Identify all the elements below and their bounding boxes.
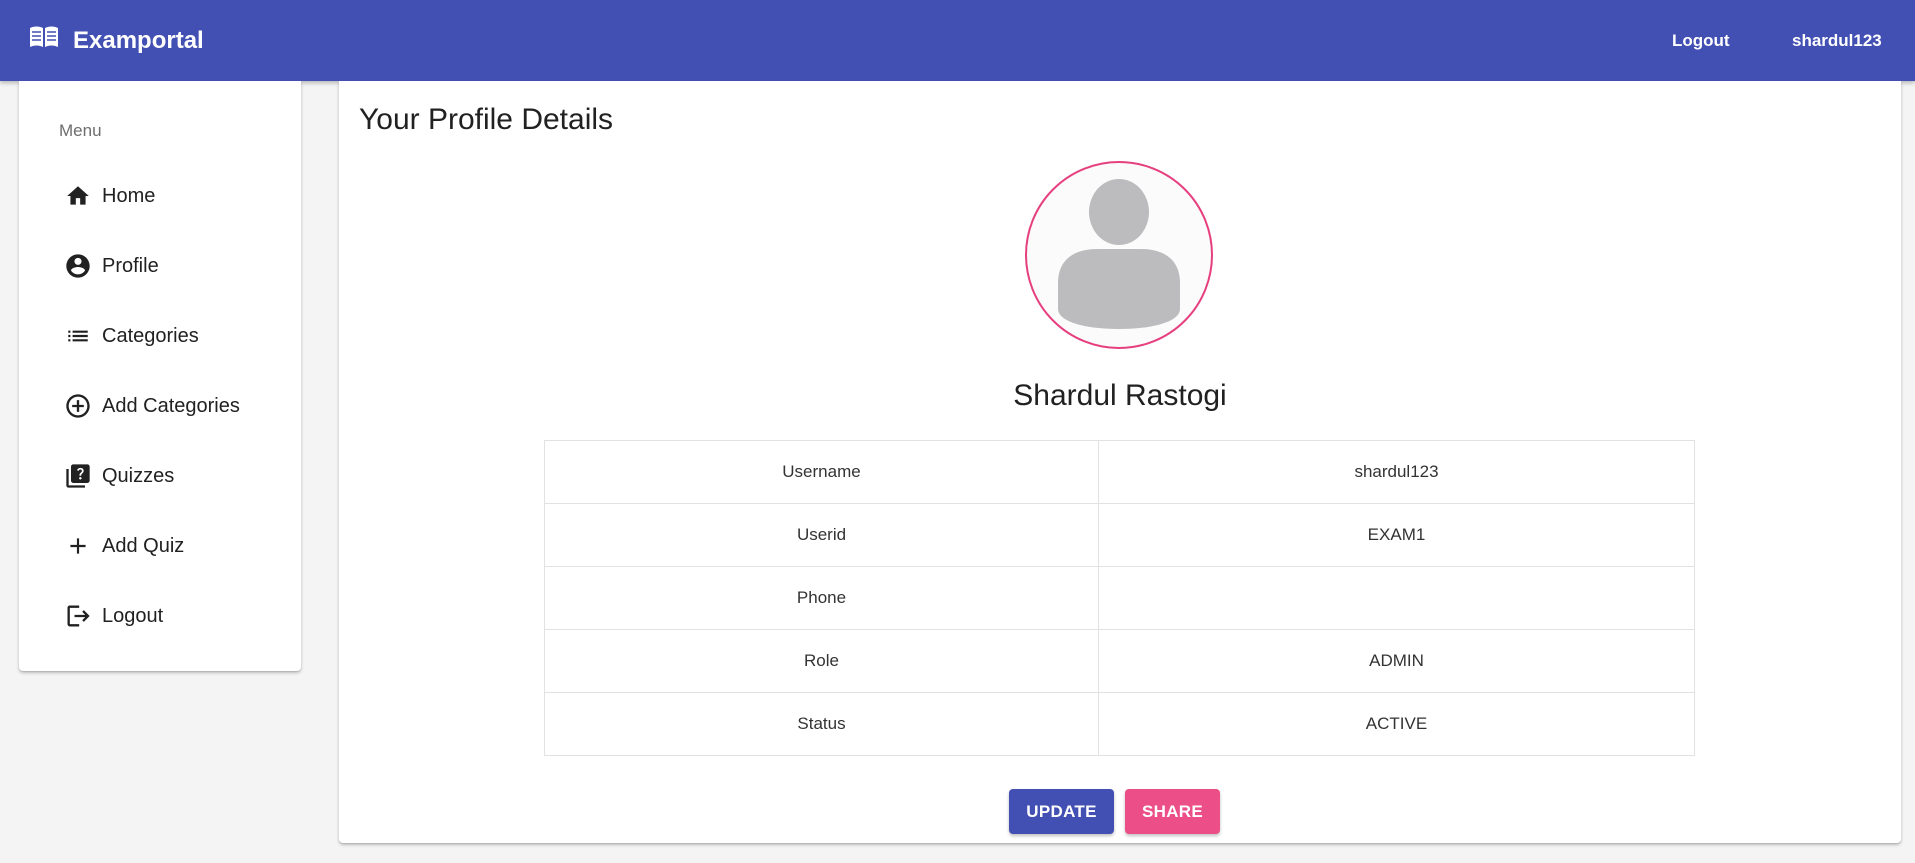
logout-icon — [64, 602, 92, 630]
sidebar-item-label: Quizzes — [102, 464, 175, 487]
sidebar-item-profile[interactable]: Profile — [19, 238, 301, 294]
sidebar-item-add-quiz[interactable]: Add Quiz — [19, 518, 301, 574]
table-row: Userid EXAM1 — [544, 503, 1695, 567]
sidebar: Menu Home Profile Categories Add Categor… — [19, 81, 301, 671]
table-row: Username shardul123 — [544, 440, 1695, 504]
sidebar-item-add-categories[interactable]: Add Categories — [19, 378, 301, 434]
profile-card: Your Profile Details Shardul Rastogi Use… — [339, 81, 1901, 843]
detail-key: Userid — [544, 503, 1099, 567]
quiz-icon — [64, 462, 92, 490]
detail-key: Role — [544, 629, 1099, 693]
home-icon — [64, 182, 92, 210]
avatar — [1025, 161, 1213, 349]
person-silhouette-icon — [1058, 179, 1180, 329]
update-button[interactable]: UPDATE — [1009, 789, 1114, 834]
detail-key: Status — [544, 692, 1099, 756]
table-row: Phone — [544, 566, 1695, 630]
sidebar-item-label: Add Quiz — [102, 534, 185, 557]
brand[interactable]: Examportal — [29, 0, 204, 81]
header-logout-link[interactable]: Logout — [1672, 0, 1730, 81]
sidebar-item-label: Home — [102, 184, 156, 207]
page-title: Your Profile Details — [359, 103, 614, 136]
detail-value: ACTIVE — [1098, 692, 1695, 756]
share-button[interactable]: SHARE — [1125, 789, 1220, 834]
detail-value: ADMIN — [1098, 629, 1695, 693]
menu-label: Menu — [59, 121, 102, 140]
plus-icon — [64, 532, 92, 560]
full-name: Shardul Rastogi — [1013, 379, 1227, 412]
detail-value: EXAM1 — [1098, 503, 1695, 567]
detail-value: shardul123 — [1098, 440, 1695, 504]
profile-details-table: Username shardul123 Userid EXAM1 Phone R… — [544, 440, 1695, 756]
detail-value — [1098, 566, 1695, 630]
table-row: Role ADMIN — [544, 629, 1695, 693]
brand-name: Examportal — [73, 26, 204, 54]
header-username-link[interactable]: shardul123 — [1792, 0, 1882, 81]
top-app-bar: Examportal Logout shardul123 — [0, 0, 1915, 81]
sidebar-item-label: Profile — [102, 254, 159, 277]
list-icon — [64, 322, 92, 350]
sidebar-item-home[interactable]: Home — [19, 168, 301, 224]
sidebar-item-label: Categories — [102, 324, 199, 347]
account-circle-icon — [64, 252, 92, 280]
sidebar-item-quizzes[interactable]: Quizzes — [19, 448, 301, 504]
detail-key: Username — [544, 440, 1099, 504]
add-circle-icon — [64, 392, 92, 420]
sidebar-item-categories[interactable]: Categories — [19, 308, 301, 364]
book-icon — [29, 25, 73, 56]
table-row: Status ACTIVE — [544, 692, 1695, 756]
sidebar-item-label: Add Categories — [102, 394, 240, 417]
sidebar-item-label: Logout — [102, 604, 164, 627]
sidebar-item-logout[interactable]: Logout — [19, 588, 301, 644]
detail-key: Phone — [544, 566, 1099, 630]
